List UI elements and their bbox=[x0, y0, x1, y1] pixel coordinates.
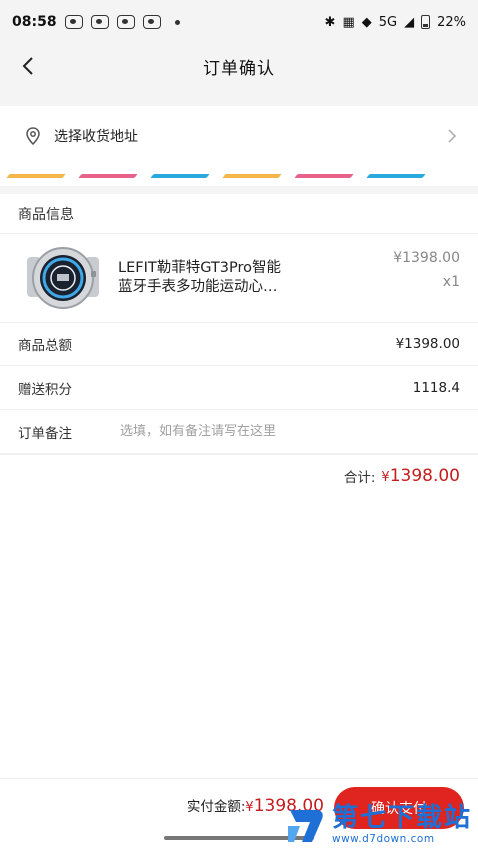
product-quantity: x1 bbox=[442, 274, 460, 290]
goods-section-title: 商品信息 bbox=[0, 194, 478, 234]
watermark-url: www.d7down.com bbox=[331, 833, 435, 846]
status-time: 08:58 bbox=[12, 14, 57, 30]
product-price: ¥1398.00 bbox=[393, 250, 460, 266]
order-total-amount: 1398.00 bbox=[389, 465, 460, 486]
order-total-label: 合计: bbox=[343, 469, 376, 486]
order-total-value: ¥1398.00 bbox=[381, 466, 460, 486]
page-title: 订单确认 bbox=[203, 58, 275, 79]
stripe bbox=[78, 174, 138, 178]
order-remark-label: 订单备注 bbox=[18, 425, 72, 442]
address-label: 选择收货地址 bbox=[54, 129, 138, 145]
product-price-qty: ¥1398.00 x1 bbox=[370, 234, 460, 290]
battery-icon bbox=[421, 15, 431, 29]
nav-header: 订单确认 bbox=[0, 44, 478, 88]
more-notifications-icon bbox=[174, 19, 180, 25]
watermark-title: 第七下载站 bbox=[331, 803, 472, 834]
goods-total-value: ¥1398.00 bbox=[395, 336, 460, 352]
order-remark-input[interactable] bbox=[120, 424, 380, 439]
back-button[interactable] bbox=[14, 52, 42, 80]
address-selector[interactable]: 选择收货地址 bbox=[0, 106, 478, 166]
bonus-points-row: 赠送积分 1118.4 bbox=[0, 366, 478, 410]
spacer bbox=[0, 88, 478, 106]
product-name-line: LEFIT勒菲特GT3Pro智能 bbox=[118, 260, 282, 276]
currency-symbol: ¥ bbox=[381, 469, 390, 485]
bluetooth-icon: ✱ bbox=[324, 14, 336, 30]
watermark-text: 第七下载站 www.d7down.com bbox=[332, 805, 472, 845]
bonus-points-label: 赠送积分 bbox=[18, 381, 72, 398]
goods-total-label: 商品总额 bbox=[18, 338, 72, 354]
battery-level: 22% bbox=[437, 14, 466, 30]
product-name: LEFIT勒菲特GT3Pro智能 蓝牙手表多功能运动心… bbox=[118, 259, 370, 297]
nfc-icon: ▦ bbox=[342, 14, 355, 30]
stripe bbox=[6, 174, 66, 178]
watermark-logo: 第七下载站 www.d7down.com bbox=[286, 804, 472, 846]
product-item[interactable]: LEFIT勒菲特GT3Pro智能 蓝牙手表多功能运动心… ¥1398.00 x1 bbox=[0, 234, 478, 322]
product-name-line: 蓝牙手表多功能运动心… bbox=[118, 279, 278, 295]
signal-icon: ◢ bbox=[404, 14, 415, 30]
network-type: 5G bbox=[378, 14, 398, 30]
watermark-icon bbox=[287, 810, 323, 842]
order-remark-row: 订单备注 bbox=[0, 410, 478, 454]
status-bar: 08:58 ✱ ▦ ◆ 5G ◢ 22% bbox=[0, 0, 478, 44]
stripe bbox=[222, 174, 282, 178]
wifi-icon: ◆ bbox=[361, 14, 372, 30]
notification-app-icon bbox=[64, 15, 83, 29]
status-indicators: ✱ ▦ ◆ 5G ◢ 22% bbox=[325, 15, 466, 30]
bonus-points-value: 1118.4 bbox=[412, 379, 460, 396]
notification-app-icon bbox=[142, 15, 161, 29]
product-thumbnail bbox=[22, 243, 104, 313]
currency-symbol: ¥ bbox=[245, 800, 254, 815]
stripe bbox=[150, 174, 210, 178]
chevron-right-icon bbox=[444, 128, 460, 144]
address-envelope-stripes bbox=[0, 166, 478, 186]
stripe bbox=[294, 174, 354, 178]
goods-total-row: 商品总额 ¥1398.00 bbox=[0, 322, 478, 366]
location-pin-icon bbox=[22, 125, 44, 147]
stripe bbox=[366, 174, 426, 178]
notification-app-icon bbox=[90, 15, 109, 29]
chevron-left-icon bbox=[22, 57, 33, 75]
notification-app-icon bbox=[116, 15, 135, 29]
spacer bbox=[0, 186, 478, 194]
order-total-row: 合计: ¥1398.00 bbox=[0, 454, 478, 496]
pay-amount-label: 实付金额: bbox=[186, 799, 246, 815]
